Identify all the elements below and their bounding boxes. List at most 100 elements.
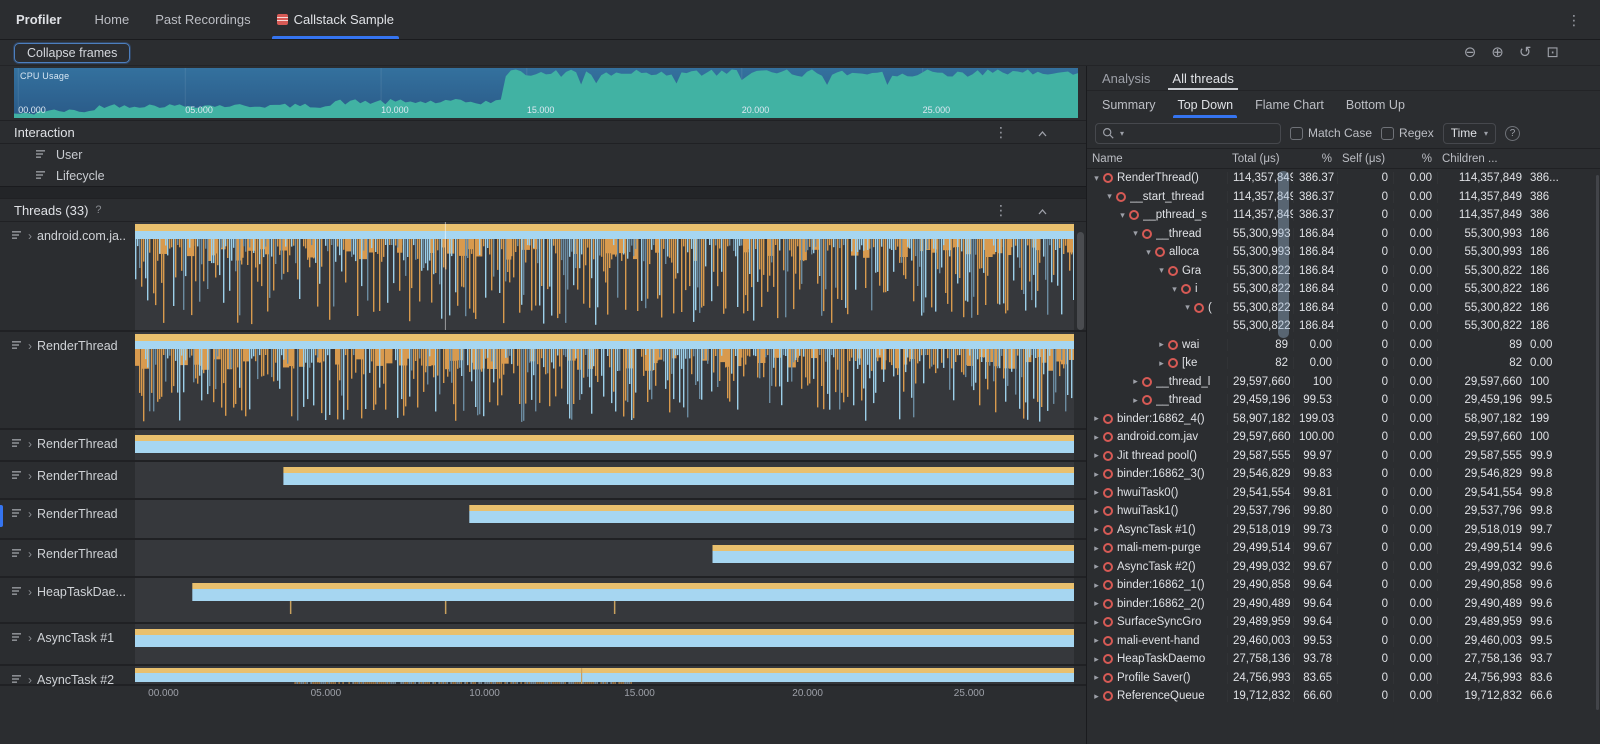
reference-dropdown[interactable]: Time ▾ [1443,123,1496,144]
tree-row[interactable]: ▸binder:16862_1()29,490,85899.6400.0029,… [1087,576,1600,595]
tree-row[interactable]: ▸[ke820.0000.00820.00 [1087,354,1600,373]
column-header-children[interactable]: Children ... [1437,153,1527,165]
column-header-[interactable]: % [1293,153,1337,165]
tree-row[interactable]: ▸__thread29,459,19699.5300.0029,459,1969… [1087,391,1600,410]
thread-track-6[interactable]: ›HeapTaskDae... [0,578,1086,624]
tree-row[interactable]: ▸binder:16862_3()29,546,82999.8300.0029,… [1087,465,1600,484]
zoom-out-icon[interactable]: ⊖ [1461,45,1480,60]
thread-activity-chart[interactable] [135,578,1074,622]
help-icon[interactable]: ? [95,204,101,216]
chevron-down-icon[interactable]: ▾ [1182,302,1193,313]
thread-track-7[interactable]: ›AsyncTask #1 [0,624,1086,666]
tree-row[interactable]: ▸wai890.0000.00890.00 [1087,336,1600,355]
chevron-down-icon[interactable]: ▾ [1169,284,1180,295]
table-scrollbar[interactable] [1596,175,1599,710]
tree-row[interactable]: ▸hwuiTask1()29,537,79699.8000.0029,537,7… [1087,502,1600,521]
threads-header[interactable]: Threads (33) ? ⋮ [0,198,1086,222]
thread-track-5[interactable]: ›RenderThread [0,540,1086,578]
subtab-summary[interactable]: Summary [1091,91,1166,118]
thread-track-8[interactable]: ›AsyncTask #2 [0,666,1086,686]
chevron-down-icon[interactable]: ▾ [1143,247,1154,258]
tree-row[interactable]: ▸android.com.jav29,597,660100.0000.0029,… [1087,428,1600,447]
tree-row[interactable]: ▾alloca55,300,993186.8400.0055,300,99318… [1087,243,1600,262]
chevron-up-icon[interactable] [1035,203,1050,217]
chevron-right-icon[interactable]: ▸ [1091,487,1102,498]
column-header-[interactable]: % [1393,153,1437,165]
chevron-right-icon[interactable]: ▸ [1091,635,1102,646]
thread-track-3[interactable]: ›RenderThread [0,462,1086,500]
match-case-checkbox[interactable] [1290,127,1303,140]
tree-row[interactable]: ▸Jit thread pool()29,587,55599.9700.0029… [1087,447,1600,466]
expand-chevron-icon[interactable]: › [28,438,32,450]
match-case-option[interactable]: Match Case [1290,126,1372,140]
kebab-menu-icon[interactable]: ⋮ [991,203,1011,217]
thread-activity-chart[interactable] [135,332,1074,428]
expand-chevron-icon[interactable]: › [28,586,32,598]
chevron-right-icon[interactable]: ▸ [1156,339,1167,350]
overflow-menu-icon[interactable]: ⋮ [1564,13,1584,27]
thread-track-4[interactable]: ›RenderThread [0,500,1086,540]
thread-activity-chart[interactable] [135,222,1074,330]
collapse-frames-button[interactable]: Collapse frames [14,43,130,63]
expand-chevron-icon[interactable]: › [28,230,32,242]
regex-checkbox[interactable] [1381,127,1394,140]
column-header-self-s[interactable]: Self (μs) [1337,153,1393,165]
help-icon[interactable]: ? [1505,126,1520,141]
search-input[interactable] [1129,126,1274,140]
thread-activity-chart[interactable] [135,666,1074,684]
tree-row[interactable]: ▸binder:16862_4()58,907,182199.0300.0058… [1087,410,1600,429]
zoom-to-selection-icon[interactable]: ⊡ [1543,45,1562,60]
chevron-right-icon[interactable]: ▸ [1091,654,1102,665]
cpu-usage-chart[interactable]: CPU Usage 00.00005.00010.00015.00020.000… [14,68,1078,118]
tree-row[interactable]: ▾(55,300,822186.8400.0055,300,822186 [1087,299,1600,318]
kebab-menu-icon[interactable]: ⋮ [991,125,1011,139]
chevron-right-icon[interactable]: ▸ [1091,672,1102,683]
tree-row[interactable]: ▾__thread55,300,993186.8400.0055,300,993… [1087,225,1600,244]
chevron-right-icon[interactable]: ▸ [1091,506,1102,517]
expand-chevron-icon[interactable]: › [28,470,32,482]
tree-row[interactable]: ▸HeapTaskDaemo27,758,13693.7800.0027,758… [1087,650,1600,669]
chevron-right-icon[interactable]: ▸ [1091,469,1102,480]
nav-tab-home[interactable]: Home [82,0,143,39]
thread-activity-chart[interactable] [135,500,1074,538]
search-box[interactable]: ▾ [1095,123,1281,144]
column-header-total-s[interactable]: Total (μs) [1227,153,1293,165]
chevron-down-icon[interactable]: ▾ [1091,173,1102,184]
chevron-right-icon[interactable]: ▸ [1156,358,1167,369]
chevron-down-icon[interactable]: ▾ [1156,265,1167,276]
chevron-right-icon[interactable]: ▸ [1091,598,1102,609]
thread-track-1[interactable]: ›RenderThread [0,332,1086,430]
chevron-down-icon[interactable]: ▾ [1117,210,1128,221]
nav-tab-callstack-sample[interactable]: Callstack Sample [264,0,407,39]
expand-chevron-icon[interactable]: › [28,508,32,520]
thread-track-0[interactable]: ›android.com.ja... [0,222,1086,332]
chevron-right-icon[interactable]: ▸ [1091,432,1102,443]
subtab-bottom-up[interactable]: Bottom Up [1335,91,1416,118]
reset-zoom-icon[interactable]: ↺ [1516,45,1535,60]
thread-activity-chart[interactable] [135,540,1074,576]
interaction-header[interactable]: Interaction ⋮ [0,120,1086,144]
expand-chevron-icon[interactable]: › [28,548,32,560]
tree-row[interactable]: ▾__pthread_s114,357,849386.3700.00114,35… [1087,206,1600,225]
search-options-caret-icon[interactable]: ▾ [1120,129,1124,138]
tree-row[interactable]: 55,300,822186.8400.0055,300,822186 [1087,317,1600,336]
expand-chevron-icon[interactable]: › [28,340,32,352]
analysis-tab-analysis[interactable]: Analysis [1091,66,1161,90]
interaction-row-user[interactable]: User [0,144,1086,165]
chevron-up-icon[interactable] [1035,125,1050,139]
tree-row[interactable]: ▸AsyncTask #2()29,499,03299.6700.0029,49… [1087,558,1600,577]
chevron-right-icon[interactable]: ▸ [1130,395,1141,406]
tree-row[interactable]: ▸__thread_l29,597,66010000.0029,597,6601… [1087,373,1600,392]
chevron-right-icon[interactable]: ▸ [1130,376,1141,387]
chevron-right-icon[interactable]: ▸ [1091,691,1102,702]
tree-row[interactable]: ▸ReferenceQueue19,712,83266.6000.0019,71… [1087,687,1600,706]
thread-activity-chart[interactable] [135,430,1074,460]
column-header-name[interactable]: Name [1087,153,1227,165]
thread-activity-chart[interactable] [135,624,1074,664]
scrollbar-thumb[interactable] [1077,232,1084,330]
tree-row[interactable]: ▸mali-mem-purge29,499,51499.6700.0029,49… [1087,539,1600,558]
tree-row[interactable]: ▾Gra55,300,822186.8400.0055,300,822186 [1087,262,1600,281]
chevron-right-icon[interactable]: ▸ [1091,543,1102,554]
tree-row[interactable]: ▾i55,300,822186.8400.0055,300,822186 [1087,280,1600,299]
chevron-right-icon[interactable]: ▸ [1091,524,1102,535]
